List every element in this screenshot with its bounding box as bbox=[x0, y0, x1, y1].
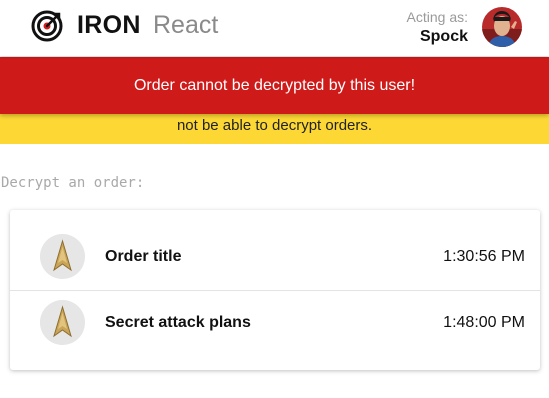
acting-as-label: Acting as: bbox=[406, 9, 468, 25]
order-time: 1:30:56 PM bbox=[443, 248, 525, 265]
acting-user-name[interactable]: Spock bbox=[420, 28, 468, 46]
error-message: Order cannot be decrypted by this user! bbox=[133, 77, 416, 94]
app-header: IRON React Acting as: Spock bbox=[0, 0, 549, 56]
warning-text: not be able to decrypt orders. bbox=[176, 117, 373, 134]
order-time: 1:48:00 PM bbox=[443, 314, 525, 331]
target-logo-icon bbox=[31, 10, 63, 42]
order-title: Order title bbox=[105, 248, 182, 265]
order-list: Order title 1:30:56 PM Secret attack pla… bbox=[10, 210, 540, 370]
order-title: Secret attack plans bbox=[105, 314, 251, 331]
order-list-item[interactable]: Secret attack plans 1:48:00 PM bbox=[10, 290, 540, 371]
error-banner: Order cannot be decrypted by this user! bbox=[0, 57, 549, 114]
starfleet-insignia-icon bbox=[40, 300, 85, 345]
brand-suffix: React bbox=[153, 11, 219, 39]
user-avatar[interactable] bbox=[482, 7, 522, 47]
order-list-item[interactable]: Order title 1:30:56 PM bbox=[10, 210, 540, 290]
section-title: Decrypt an order: bbox=[1, 175, 145, 191]
app-page: not be able to decrypt orders. Order can… bbox=[0, 0, 549, 398]
starfleet-insignia-icon bbox=[40, 234, 85, 279]
brand-name: IRON bbox=[77, 11, 141, 39]
